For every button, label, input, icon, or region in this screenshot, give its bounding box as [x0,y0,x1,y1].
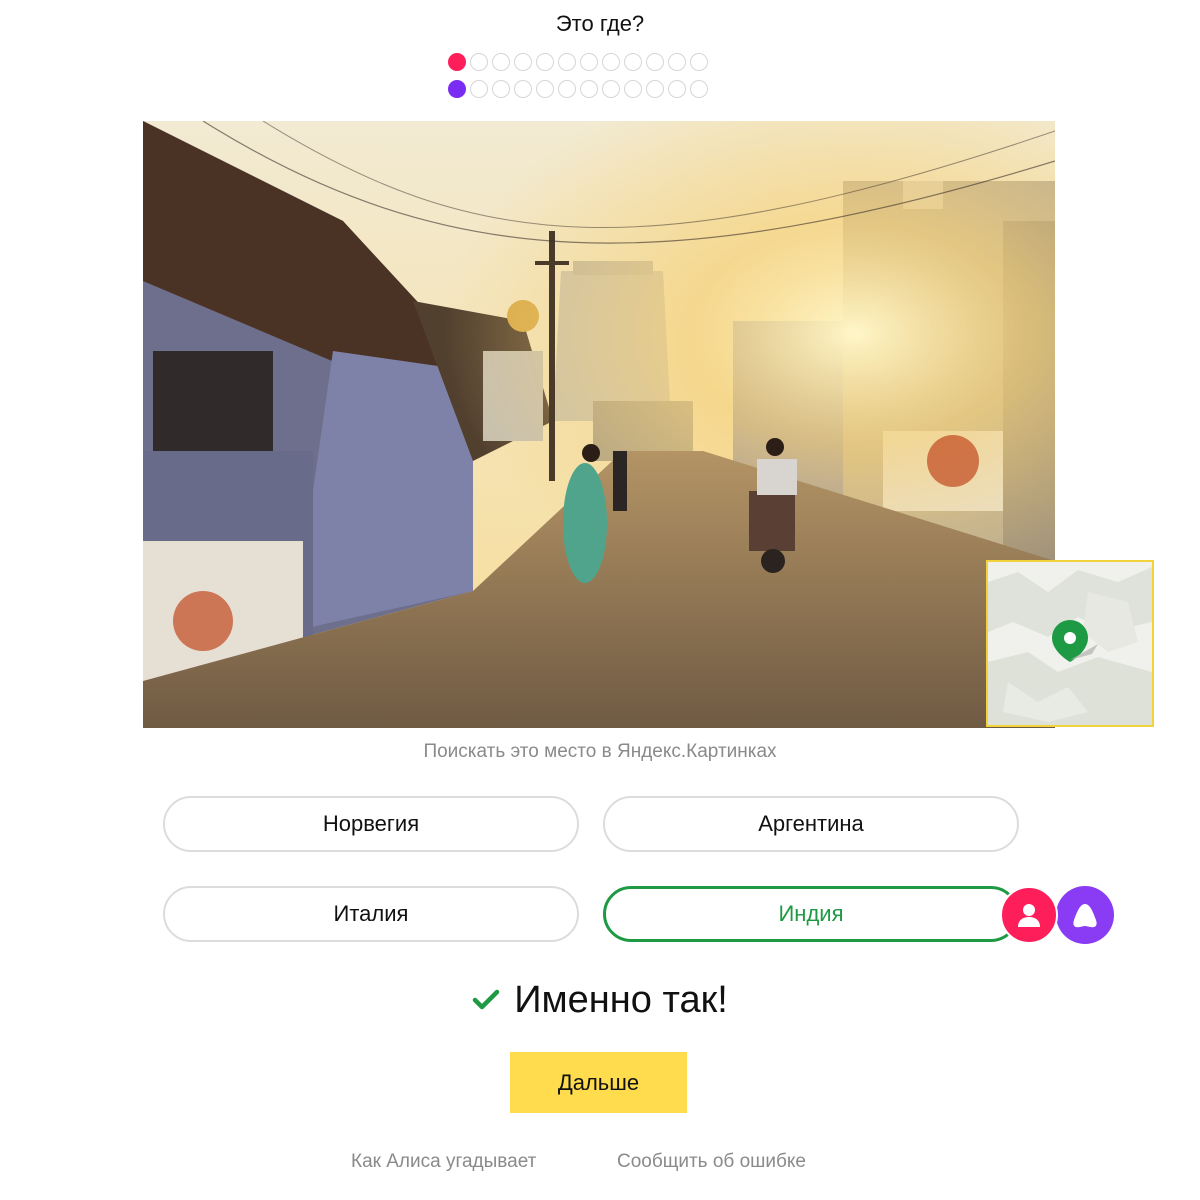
progress-dot [690,80,708,98]
option-button-correct[interactable]: Индия [603,886,1019,942]
alice-progress-row [448,78,752,100]
progress-dot [492,80,510,98]
result-message: Именно так! [0,972,1200,1028]
user-icon [1018,904,1040,927]
progress-dot [514,80,532,98]
alice-answer-badge [1056,886,1114,944]
progress-dot [668,80,686,98]
progress-dot [690,53,708,71]
page-title: Это где? [555,11,645,36]
progress-dot [646,53,664,71]
location-photo [143,121,1055,728]
progress-dot [646,80,664,98]
progress-tracker-alice [448,78,752,100]
progress-dot-current [448,53,466,71]
progress-dot-current [448,80,466,98]
alice-icon [1073,904,1097,928]
next-button[interactable]: Дальше [510,1052,687,1113]
progress-dot [514,53,532,71]
progress-dot [470,80,488,98]
progress-dot [580,53,598,71]
search-in-images-link[interactable]: Поискать это место в Яндекс.Картинках [0,738,1200,766]
progress-dot [558,80,576,98]
user-answer-badge [1000,886,1058,944]
progress-dot [536,80,554,98]
progress-dot [470,53,488,71]
progress-dot [668,53,686,71]
result-text: Именно так! [514,979,728,1021]
option-button[interactable]: Италия [163,886,579,942]
progress-dot [602,80,620,98]
option-button[interactable]: Аргентина [603,796,1019,852]
progress-dot [492,53,510,71]
progress-dot [580,80,598,98]
progress-tracker [448,51,752,73]
option-button[interactable]: Норвегия [163,796,579,852]
progress-dot [536,53,554,71]
progress-dot [624,80,642,98]
progress-dot [624,53,642,71]
checkmark-icon [472,989,500,1010]
progress-dot [602,53,620,71]
progress-dot [558,53,576,71]
how-alice-guesses-link[interactable]: Как Алиса угадывает [351,1148,536,1176]
mini-map[interactable] [986,560,1154,727]
report-error-link[interactable]: Сообщить об ошибке [617,1148,806,1176]
user-progress-row [448,51,752,73]
